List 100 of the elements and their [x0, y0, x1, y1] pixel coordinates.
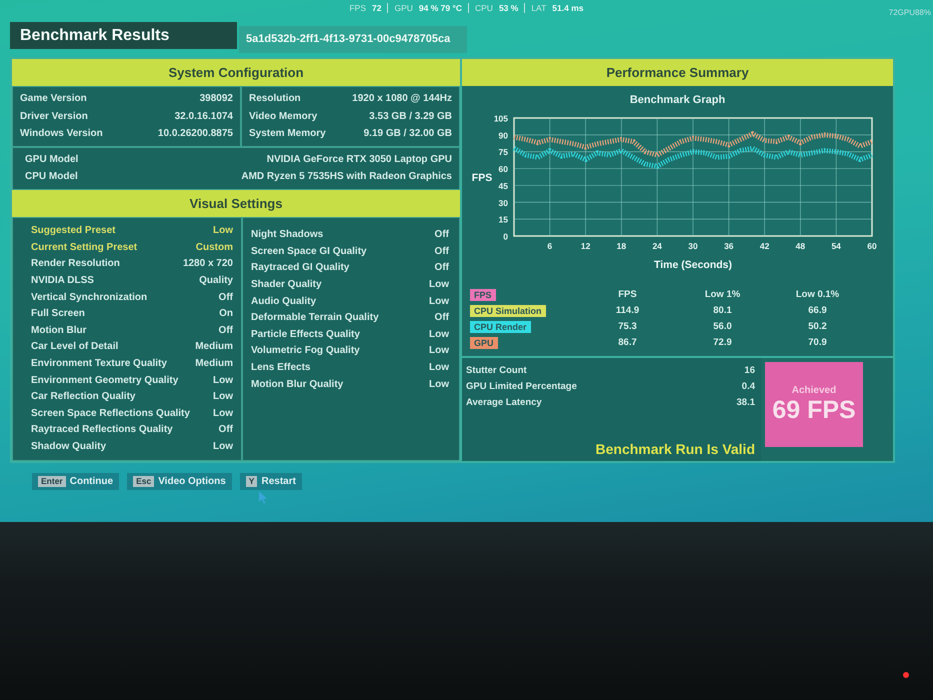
overlay-value: 53 % [498, 3, 518, 13]
stat-label: Stutter Count [466, 364, 527, 376]
setting-label: Game Version [20, 93, 87, 104]
axis-tick-label: 60 [498, 164, 508, 174]
section-header: Visual Settings [12, 190, 460, 216]
axis-tick-label: 105 [494, 114, 508, 124]
setting-value: Off [218, 324, 233, 336]
setting-label: Full Screen [31, 308, 85, 320]
setting-value: Low [429, 378, 449, 390]
setting-value: Off [434, 246, 449, 257]
overlay-label: FPS [349, 3, 366, 13]
table-cell-text: 66.9 [807, 304, 828, 316]
axis-tick-label: 90 [498, 130, 508, 140]
achieved-value: 69 FPS [772, 396, 856, 424]
series-tag: FPS [470, 289, 496, 301]
indicator-light-icon [903, 672, 909, 678]
setting-label: Screen Space GI Quality [251, 246, 367, 257]
setting-label: Environment Texture Quality [31, 358, 167, 370]
overlay-label: CPU [475, 3, 493, 13]
table-cell-text: 72.9 [712, 336, 733, 348]
overlay-value: 72 [372, 3, 382, 13]
validity-text: Benchmark Run Is Valid [594, 440, 755, 457]
setting-label: Raytraced GI Quality [251, 262, 350, 274]
axis-tick-label: 15 [498, 214, 508, 225]
setting-value: Off [434, 312, 449, 324]
setting-value: 1920 x 1080 @ 144Hz [352, 93, 452, 104]
table-cell-text: 80.1 [712, 304, 733, 316]
setting-label: Car Reflection Quality [31, 391, 136, 402]
setting-label: System Memory [249, 128, 326, 140]
setting-value: 10.0.26200.8875 [158, 128, 233, 140]
stat-label: GPU Limited Percentage [466, 380, 577, 392]
table-cell-text: 86.7 [617, 336, 638, 348]
axis-tick-label: 12 [580, 241, 590, 251]
overlay-label: LAT [531, 3, 546, 13]
setting-label: Resolution [249, 93, 301, 104]
stat-value: 16 [744, 364, 755, 376]
setting-value: NVIDIA GeForce RTX 3050 Laptop GPU [266, 154, 452, 165]
setting-value: Low [213, 374, 233, 386]
table-cell-text: 50.2 [807, 320, 828, 332]
setting-label: Shadow Quality [31, 441, 106, 452]
column-header: FPS [617, 288, 638, 300]
setting-value: AMD Ryzen 5 7535HS with Radeon Graphics [241, 171, 452, 182]
axis-tick-label: 45 [498, 180, 508, 191]
chart-title: Benchmark Graph [628, 94, 726, 108]
setting-value: 398092 [200, 93, 233, 104]
setting-label: Render Resolution [31, 258, 120, 270]
table-cell-text: 56.0 [712, 320, 733, 332]
page-title: Benchmark Results [10, 22, 237, 49]
setting-value: Low [213, 225, 233, 236]
axis-tick-label: 42 [760, 241, 770, 251]
setting-value: Low [429, 328, 449, 340]
setting-value: Low [213, 408, 233, 419]
action-button[interactable]: Esc Video Options [127, 472, 232, 490]
axis-tick-label: 75 [498, 147, 508, 158]
setting-label: Vertical Synchronization [31, 292, 148, 303]
table-cell-text: 70.9 [807, 336, 828, 348]
setting-value: Off [434, 262, 449, 274]
setting-label: Raytraced Reflections Quality [31, 424, 173, 436]
achieved-label: Achieved [792, 384, 836, 396]
setting-value: 3.53 GB / 3.29 GB [369, 110, 452, 122]
action-button[interactable]: Enter Continue [32, 472, 120, 490]
key-cap: Esc [133, 476, 154, 487]
setting-value: 32.0.16.1074 [174, 110, 233, 122]
setting-label: Volumetric Fog Quality [251, 345, 360, 356]
setting-value: Medium [195, 358, 233, 370]
setting-value: Low [429, 345, 449, 356]
stat-value: 38.1 [736, 396, 755, 408]
series-tag: CPU Simulation [470, 305, 546, 317]
setting-label: Suggested Preset [31, 225, 116, 236]
setting-value: Off [218, 292, 233, 303]
setting-value: Low [429, 362, 449, 374]
series-tag: CPU Render [470, 321, 531, 333]
axis-tick-label: 6 [547, 241, 552, 251]
key-cap: Y [246, 476, 258, 487]
setting-value: Medium [195, 341, 233, 352]
axis-tick-label: 0 [503, 232, 508, 242]
setting-value: Low [213, 441, 233, 452]
setting-label: NVIDIA DLSS [31, 275, 94, 286]
axis-tick-label: 24 [652, 241, 662, 251]
table-cell-text: 114.9 [614, 304, 640, 316]
axis-tick-label: 36 [724, 241, 734, 251]
axis-tick-label: 30 [498, 198, 508, 208]
setting-label: Audio Quality [251, 296, 316, 307]
axis-tick-label: 60 [867, 241, 877, 251]
series-tag: GPU [470, 337, 498, 349]
stat-label: Average Latency [466, 396, 542, 408]
setting-value: Quality [199, 275, 233, 286]
setting-label: Lens Effects [251, 362, 310, 374]
axis-tick-label: 30 [688, 241, 698, 251]
setting-value: Low [429, 279, 449, 290]
setting-label: GPU Model [25, 154, 78, 165]
setting-value: Off [434, 229, 449, 240]
run-id: 5a1d532b-2ff1-4f13-9731-00c9478705ca [239, 26, 467, 53]
setting-label: Car Level of Detail [31, 341, 118, 352]
section-header: Performance Summary [462, 59, 893, 86]
setting-label: Environment Geometry Quality [31, 374, 178, 386]
action-button[interactable]: Y Restart [240, 472, 302, 490]
table-cell-text: 75.3 [617, 320, 638, 332]
setting-label: Night Shadows [251, 229, 324, 240]
setting-value: On [219, 308, 233, 320]
